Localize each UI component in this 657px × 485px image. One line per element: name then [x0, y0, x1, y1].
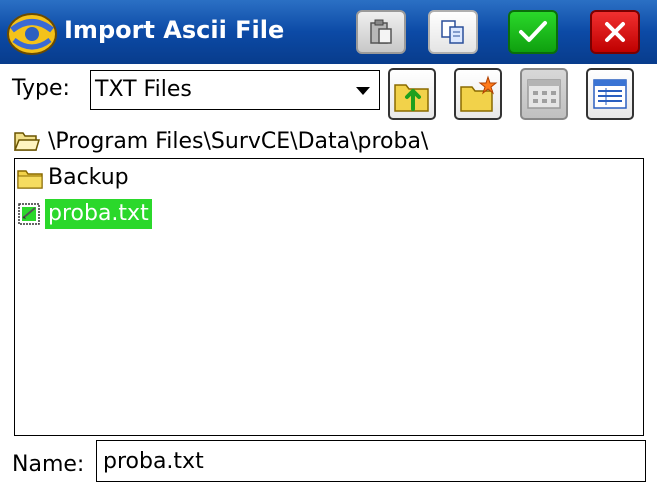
detail-view-button[interactable] — [586, 68, 634, 120]
copy-button[interactable] — [428, 10, 478, 54]
folder-up-icon — [394, 84, 429, 112]
paste-icon — [370, 19, 392, 44]
new-folder-button[interactable] — [454, 68, 502, 120]
ok-button[interactable] — [508, 10, 558, 54]
current-path: \Program Files\SurvCE\Data\proba\ — [14, 124, 428, 158]
text-file-icon — [18, 203, 40, 225]
check-icon — [519, 21, 547, 42]
name-label: Name: — [12, 452, 85, 477]
open-folder-icon — [14, 132, 40, 151]
list-item-backup[interactable]: Backup — [17, 161, 132, 195]
app-logo-icon — [7, 13, 57, 55]
folder-up-button[interactable] — [388, 68, 436, 120]
window-title: Import Ascii File — [64, 16, 285, 44]
list-item-label: Backup — [48, 165, 129, 190]
icon-view-icon — [527, 79, 561, 109]
type-select-value: TXT Files — [95, 77, 192, 102]
type-label: Type: — [12, 76, 70, 101]
title-bar: Import Ascii File — [0, 0, 657, 64]
list-item-label: proba.txt — [45, 199, 152, 229]
folder-icon — [17, 170, 43, 189]
paste-button[interactable] — [356, 10, 406, 54]
type-select[interactable]: TXT Files — [90, 70, 380, 110]
icon-view-button[interactable] — [520, 68, 568, 120]
file-list[interactable]: Backup proba.txt — [14, 158, 644, 436]
list-item-proba-txt[interactable]: proba.txt — [17, 197, 152, 231]
chevron-down-icon — [356, 87, 370, 95]
detail-view-icon — [593, 79, 627, 109]
new-folder-icon — [460, 75, 498, 112]
name-input[interactable] — [96, 440, 646, 482]
copy-icon — [441, 20, 464, 44]
close-icon — [605, 22, 625, 42]
close-button[interactable] — [590, 10, 640, 54]
path-text: \Program Files\SurvCE\Data\proba\ — [48, 128, 429, 154]
